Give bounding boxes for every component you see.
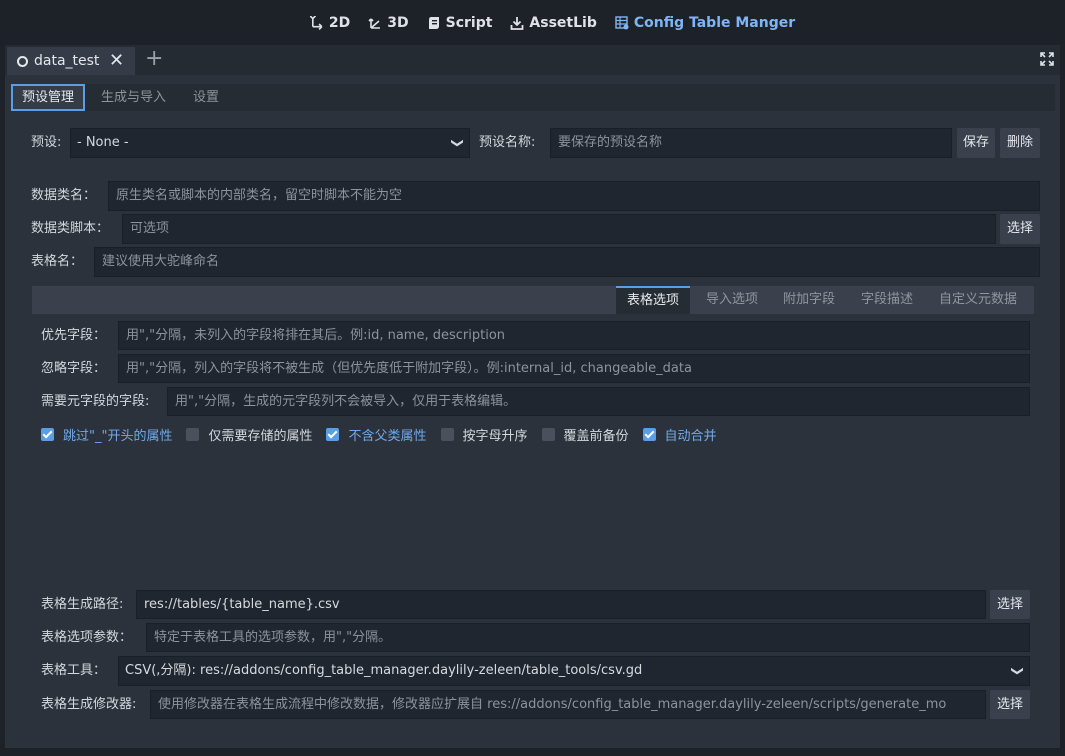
table-tool-selected-value: CSV(,分隔): res://addons/config_table_mana…: [125, 663, 643, 678]
scene-root-icon: [17, 55, 28, 67]
modifier-label: 表格生成修改器:: [41, 697, 137, 712]
checkbox-unchecked-icon: [440, 427, 454, 441]
2d-icon: [309, 16, 323, 30]
preset-label: 预设:: [31, 135, 62, 150]
tab-generate-import[interactable]: 生成与导入: [101, 84, 166, 111]
tab-custom-metadata[interactable]: 自定义元数据: [939, 286, 1017, 314]
checkbox-label: 按字母升序: [462, 428, 528, 444]
table-path-input[interactable]: res://tables/{table_name}.csv: [136, 590, 986, 619]
checkbox-storage-only[interactable]: 仅需要存储的属性: [186, 425, 312, 444]
table-name-label: 表格名：: [31, 254, 84, 269]
checkbox-backup-before-overwrite[interactable]: 覆盖前备份: [541, 425, 629, 444]
preset-name-input[interactable]: 要保存的预设名称: [550, 128, 952, 158]
tab-extra-fields[interactable]: 附加字段: [783, 286, 835, 314]
modifier-input[interactable]: 使用修改器在表格生成流程中修改数据，修改器应扩展自 res://addons/c…: [150, 690, 986, 719]
3d-icon: [368, 18, 381, 29]
meta-fields-input[interactable]: 用","分隔，生成的元字段列不会被导入，仅用于表格编辑。: [167, 387, 1030, 416]
modifier-select-button[interactable]: 选择: [990, 690, 1030, 719]
preset-select[interactable]: - None - ❯: [70, 128, 470, 158]
assetlib-icon: [511, 17, 524, 30]
table-path-label: 表格生成路径:: [41, 597, 124, 612]
subtab-bar: 预设管理 生成与导入 设置: [11, 84, 1055, 111]
scene-tab-label: data_test: [34, 53, 100, 69]
tab-field-descriptions[interactable]: 字段描述: [861, 286, 913, 314]
checkbox-unchecked-icon: [186, 427, 200, 441]
data-script-select-button[interactable]: 选择: [1000, 214, 1040, 244]
checkbox-skip-underscore[interactable]: 跳过"_"开头的属性: [41, 425, 172, 444]
checkbox-exclude-parent[interactable]: 不含父类属性: [326, 425, 427, 444]
workspace-config-table-label: Config Table Manger: [633, 15, 796, 31]
scene-tab-data-test[interactable]: data_test ✕: [7, 47, 135, 75]
data-script-input[interactable]: 可选项: [122, 214, 996, 244]
checkbox-label: 自动合并: [664, 428, 717, 444]
script-icon: [428, 17, 439, 29]
close-icon[interactable]: ✕: [109, 52, 124, 70]
chevron-down-icon: ❯: [450, 137, 465, 149]
delete-button[interactable]: 删除: [1000, 128, 1040, 158]
workspace-script-button[interactable]: Script: [427, 12, 493, 34]
preset-name-label: 预设名称:: [479, 135, 536, 150]
workspace-3d-label: 3D: [387, 15, 409, 31]
tab-import-options[interactable]: 导入选项: [706, 286, 758, 314]
preset-selected-value: - None -: [77, 135, 129, 150]
tab-preset-management[interactable]: 预设管理: [11, 84, 86, 111]
ignore-fields-label: 忽略字段：: [41, 361, 107, 376]
checkbox-sort-alpha[interactable]: 按字母升序: [440, 425, 528, 444]
checkbox-label: 跳过"_"开头的属性: [63, 428, 173, 444]
table-path-select-button[interactable]: 选择: [990, 590, 1030, 619]
table-name-input[interactable]: 建议使用大驼峰命名: [94, 247, 1040, 277]
table-options-input[interactable]: 特定于表格工具的选项参数，用","分隔。: [146, 623, 1030, 652]
workspace-switcher: 2D 3D Script AssetLib Config Table Mange…: [0, 12, 1065, 34]
checkbox-checked-icon: [41, 427, 54, 441]
checkbox-label: 覆盖前备份: [563, 428, 629, 444]
save-button[interactable]: 保存: [957, 128, 995, 158]
table-tool-label: 表格工具：: [41, 663, 107, 678]
workspace-script-label: Script: [445, 15, 493, 31]
fullscreen-icon[interactable]: [1040, 52, 1054, 66]
options-checkbox-row: 跳过"_"开头的属性 仅需要存储的属性 不含父类属性 按字母升序 覆盖前备份 自…: [41, 425, 731, 444]
chevron-down-icon: ❯: [1010, 665, 1025, 677]
meta-fields-label: 需要元字段的字段:: [41, 394, 150, 409]
priority-fields-label: 优先字段：: [41, 328, 107, 343]
checkbox-unchecked-icon: [541, 427, 555, 441]
workspace-2d-label: 2D: [328, 15, 351, 31]
workspace-assetlib-label: AssetLib: [529, 15, 597, 31]
config-table-icon: [615, 16, 629, 30]
workspace-3d-button[interactable]: 3D: [368, 12, 409, 34]
ignore-fields-input[interactable]: 用","分隔，列入的字段将不被生成（但优先度低于附加字段）。例:internal…: [118, 354, 1030, 383]
tab-table-options[interactable]: 表格选项: [616, 286, 691, 314]
table-options-label: 表格选项参数：: [41, 630, 133, 645]
checkbox-label: 不含父类属性: [348, 428, 427, 444]
data-script-label: 数据类脚本：: [31, 221, 110, 236]
priority-fields-input[interactable]: 用","分隔，未列入的字段将排在其后。例:id, name, descripti…: [118, 321, 1030, 350]
scene-tab-bar: data_test ✕ +: [5, 45, 1060, 75]
checkbox-checked-icon: [642, 427, 656, 441]
checkbox-checked-icon: [326, 427, 340, 441]
tab-settings[interactable]: 设置: [193, 84, 219, 111]
workspace-assetlib-button[interactable]: AssetLib: [510, 12, 597, 34]
checkbox-label: 仅需要存储的属性: [208, 428, 313, 444]
workspace-config-table-button[interactable]: Config Table Manger: [615, 12, 795, 34]
table-tool-select[interactable]: CSV(,分隔): res://addons/config_table_mana…: [118, 656, 1030, 686]
main-toolbar: 2D 3D Script AssetLib Config Table Mange…: [0, 0, 1065, 45]
data-class-label: 数据类名：: [31, 188, 97, 203]
workspace-2d-button[interactable]: 2D: [309, 12, 351, 34]
data-class-input[interactable]: 原生类名或脚本的内部类名，留空时脚本不能为空: [108, 181, 1040, 211]
add-scene-icon[interactable]: +: [145, 48, 163, 70]
checkbox-auto-merge[interactable]: 自动合并: [642, 425, 717, 444]
